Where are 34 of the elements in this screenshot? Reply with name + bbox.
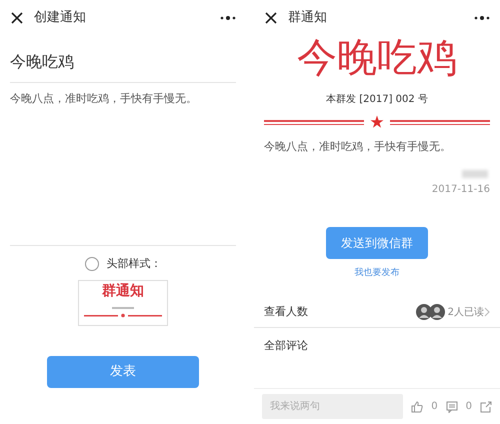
viewers-label: 查看人数 [264,304,309,320]
comments-heading: 全部评论 [264,338,309,354]
notice-headline: 今晚吃鸡 [296,38,458,78]
more-menu-icon[interactable] [474,15,490,21]
read-count: 2人已读 [448,306,484,320]
submit-button[interactable]: 发表 [47,356,199,388]
comment-field[interactable]: 我来说两句 [262,394,404,419]
avatar-icon [416,304,432,320]
notice-title[interactable]: 今晚吃鸡 [10,50,236,83]
document-number: 本群发 [2017] 002 号 [325,92,429,107]
like-count: 0 [431,400,438,414]
star-icon [370,115,384,129]
thumbs-up-icon [411,400,424,412]
post-date: 2017-11-16 [432,182,490,196]
chevron-right-icon [484,307,490,318]
header-style-label: 头部样式： [106,256,162,272]
preview-title: 群通知 [101,284,145,300]
comment-count: 0 [466,400,472,414]
radio-button[interactable] [84,256,98,271]
share-icon[interactable] [480,400,492,412]
viewers-row[interactable]: 查看人数 2人已读 [254,298,500,328]
avatar-icon [428,304,445,320]
blurred-name [462,170,488,178]
notice-body: 今晚八点，准时吃鸡，手快有手慢无。 [264,139,452,155]
screen-title: 创建通知 [34,9,87,28]
publish-link[interactable]: 我也要发布 [354,266,400,280]
comment-icon [446,400,458,412]
more-menu-icon[interactable] [220,15,236,21]
close-icon[interactable] [10,11,24,25]
screen-title: 群通知 [288,9,328,28]
send-to-group-button[interactable]: 发送到微信群 [326,226,428,258]
notice-body[interactable]: 今晚八点，准时吃鸡，手快有手慢无。 [10,91,236,108]
style-preview[interactable]: 群通知 [78,280,168,326]
close-icon[interactable] [264,11,278,25]
